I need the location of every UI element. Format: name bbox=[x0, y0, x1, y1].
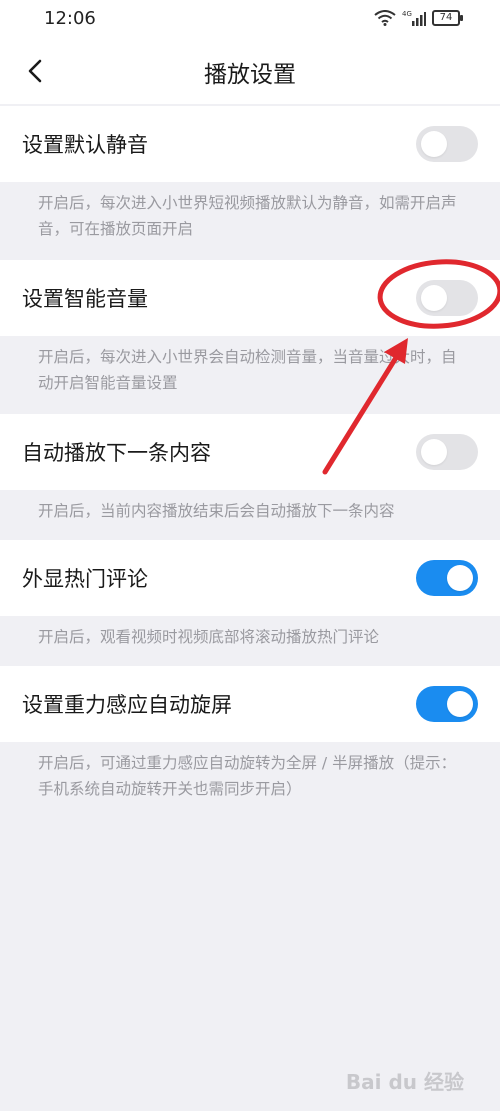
watermark: Bai du 经验 bbox=[345, 1070, 464, 1094]
setting-description: 开启后，观看视频时视频底部将滚动播放热门评论 bbox=[0, 616, 500, 666]
setting-description: 开启后，当前内容播放结束后会自动播放下一条内容 bbox=[0, 490, 500, 540]
autoplay-next-toggle[interactable] bbox=[416, 434, 478, 470]
toggle-knob bbox=[421, 439, 447, 465]
toggle-knob bbox=[421, 285, 447, 311]
setting-smart-volume: 设置智能音量 开启后，每次进入小世界会自动检测音量，当音量过大时，自动开启智能音… bbox=[0, 260, 500, 414]
setting-description: 开启后，可通过重力感应自动旋转为全屏 / 半屏播放（提示：手机系统自动旋转开关也… bbox=[0, 742, 500, 820]
setting-auto-rotate: 设置重力感应自动旋屏 开启后，可通过重力感应自动旋转为全屏 / 半屏播放（提示：… bbox=[0, 666, 500, 820]
setting-label: 设置默认静音 bbox=[22, 133, 148, 157]
toggle-knob bbox=[421, 131, 447, 157]
toggle-knob bbox=[447, 691, 473, 717]
status-time: 12:06 bbox=[44, 8, 96, 29]
setting-description: 开启后，每次进入小世界短视频播放默认为静音，如需开启声音，可在播放页面开启 bbox=[0, 182, 500, 260]
setting-hot-comments: 外显热门评论 开启后，观看视频时视频底部将滚动播放热门评论 bbox=[0, 540, 500, 666]
setting-default-mute: 设置默认静音 开启后，每次进入小世界短视频播放默认为静音，如需开启声音，可在播放… bbox=[0, 106, 500, 260]
setting-row: 外显热门评论 bbox=[0, 540, 500, 616]
cellular-signal-icon: 4G bbox=[402, 9, 426, 27]
page-title: 播放设置 bbox=[204, 62, 296, 88]
hot-comments-toggle[interactable] bbox=[416, 560, 478, 596]
toggle-knob bbox=[447, 565, 473, 591]
setting-row: 设置默认静音 bbox=[0, 106, 500, 182]
smart-volume-toggle[interactable] bbox=[416, 280, 478, 316]
status-bar: 12:06 4G 74 bbox=[0, 0, 500, 38]
setting-label: 设置重力感应自动旋屏 bbox=[22, 693, 232, 717]
setting-autoplay-next: 自动播放下一条内容 开启后，当前内容播放结束后会自动播放下一条内容 bbox=[0, 414, 500, 540]
network-type-label: 4G bbox=[402, 10, 412, 18]
page-header: 播放设置 bbox=[0, 38, 500, 104]
setting-description: 开启后，每次进入小世界会自动检测音量，当音量过大时，自动开启智能音量设置 bbox=[0, 336, 500, 414]
setting-label: 设置智能音量 bbox=[22, 287, 148, 311]
battery-level: 74 bbox=[439, 12, 453, 23]
wifi-icon bbox=[374, 10, 396, 26]
setting-row: 设置智能音量 bbox=[0, 260, 500, 336]
battery-icon: 74 bbox=[432, 10, 463, 26]
default-mute-toggle[interactable] bbox=[416, 126, 478, 162]
setting-row: 自动播放下一条内容 bbox=[0, 414, 500, 490]
auto-rotate-toggle[interactable] bbox=[416, 686, 478, 722]
setting-row: 设置重力感应自动旋屏 bbox=[0, 666, 500, 742]
setting-label: 外显热门评论 bbox=[22, 567, 148, 591]
setting-label: 自动播放下一条内容 bbox=[22, 441, 211, 465]
status-icons: 4G 74 bbox=[374, 9, 463, 27]
